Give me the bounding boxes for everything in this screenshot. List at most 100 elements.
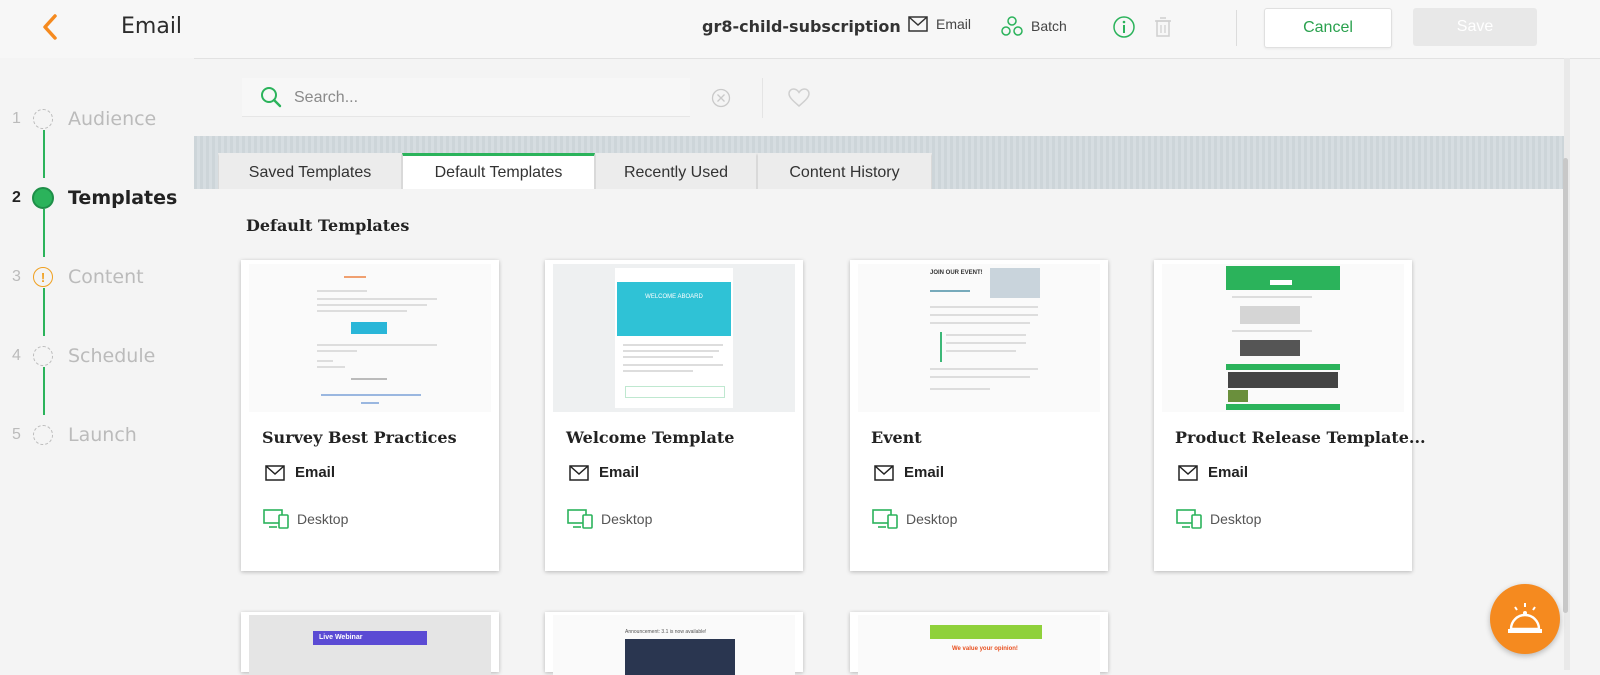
step-number: 3 bbox=[12, 268, 21, 285]
template-thumbnail: WELCOME ABOARD bbox=[553, 264, 795, 412]
template-device: Desktop bbox=[567, 509, 652, 529]
template-tabs: Saved Templates Default Templates Recent… bbox=[218, 153, 932, 189]
template-thumbnail: We value your opinion! bbox=[858, 615, 1100, 675]
search-icon bbox=[261, 87, 282, 108]
channel-email-label: Email bbox=[936, 16, 972, 32]
subscription-name: gr8-child-subscription bbox=[702, 17, 901, 36]
template-card[interactable]: Survey Best Practices Email Desktop bbox=[241, 260, 499, 571]
channel-batch-label: Batch bbox=[1031, 18, 1067, 34]
template-thumbnail: Live Webinar bbox=[249, 615, 491, 675]
step-connector bbox=[43, 130, 45, 178]
step-schedule[interactable]: 4 Schedule bbox=[0, 341, 190, 371]
template-device: Desktop bbox=[1176, 509, 1261, 529]
step-connector bbox=[43, 367, 45, 415]
section-title: Default Templates bbox=[246, 216, 410, 235]
info-icon[interactable] bbox=[1113, 16, 1135, 38]
back-arrow-icon[interactable] bbox=[38, 12, 62, 42]
scrollbar-thumb[interactable] bbox=[1563, 158, 1568, 613]
step-label: Launch bbox=[68, 424, 137, 446]
announcement-thumb-heading: Announcement: 3.1 is now available! bbox=[625, 629, 707, 635]
step-pending-icon bbox=[33, 109, 53, 129]
step-label: Content bbox=[68, 266, 144, 288]
step-label: Audience bbox=[68, 108, 157, 130]
template-name: Survey Best Practices bbox=[262, 428, 457, 447]
template-channel: Email bbox=[874, 464, 944, 481]
batch-icon bbox=[1001, 16, 1023, 36]
cancel-button[interactable]: Cancel bbox=[1264, 8, 1392, 48]
template-thumbnail: JOIN OUR EVENT! bbox=[858, 264, 1100, 412]
template-channel-label: Email bbox=[599, 464, 640, 481]
top-header: Email gr8-child-subscription Email Batch… bbox=[0, 0, 1600, 59]
template-card[interactable]: WELCOME ABOARD Welcome Template Email De… bbox=[545, 260, 803, 571]
template-card[interactable]: Product Release Template... Email Deskto… bbox=[1154, 260, 1426, 571]
search-divider bbox=[762, 78, 763, 118]
desktop-mobile-icon bbox=[567, 509, 593, 529]
help-bell-button[interactable] bbox=[1490, 584, 1560, 654]
template-device-label: Desktop bbox=[297, 511, 349, 527]
step-sidebar: 1 Audience 2 Templates 3 ! Content 4 Sch… bbox=[0, 58, 194, 670]
template-thumbnail: Announcement: 3.1 is now available! bbox=[553, 615, 795, 675]
template-channel-label: Email bbox=[1208, 464, 1249, 481]
clear-search-icon[interactable] bbox=[711, 88, 731, 108]
template-channel: Email bbox=[569, 464, 639, 481]
step-label: Schedule bbox=[68, 345, 156, 367]
service-bell-icon bbox=[1508, 603, 1542, 633]
step-content[interactable]: 3 ! Content bbox=[0, 262, 190, 292]
tab-recently-used[interactable]: Recently Used bbox=[595, 153, 757, 189]
step-connector bbox=[43, 209, 45, 257]
survey-thumb-heading: We value your opinion! bbox=[952, 646, 1018, 652]
step-audience[interactable]: 1 Audience bbox=[0, 104, 190, 134]
search-bar bbox=[242, 78, 690, 117]
step-active-icon bbox=[32, 187, 54, 209]
template-channel-label: Email bbox=[904, 464, 945, 481]
template-thumbnail bbox=[249, 264, 491, 412]
template-device: Desktop bbox=[263, 509, 348, 529]
step-number: 2 bbox=[12, 189, 21, 206]
template-card[interactable]: Live Webinar bbox=[241, 612, 499, 675]
envelope-icon bbox=[569, 464, 589, 481]
desktop-mobile-icon bbox=[872, 509, 898, 529]
channel-email[interactable]: Email bbox=[908, 16, 971, 32]
template-name: Welcome Template bbox=[566, 428, 735, 447]
template-thumbnail bbox=[1162, 264, 1404, 412]
template-channel-label: Email bbox=[295, 464, 336, 481]
step-pending-icon bbox=[33, 346, 53, 366]
template-card[interactable]: Announcement: 3.1 is now available! bbox=[545, 612, 803, 675]
tab-saved-templates[interactable]: Saved Templates bbox=[218, 153, 402, 189]
envelope-icon bbox=[874, 464, 894, 481]
step-connector bbox=[43, 288, 45, 336]
desktop-mobile-icon bbox=[1176, 509, 1202, 529]
channel-batch[interactable]: Batch bbox=[1001, 16, 1067, 36]
step-number: 1 bbox=[12, 110, 21, 127]
step-number: 4 bbox=[12, 347, 21, 364]
step-number: 5 bbox=[12, 426, 21, 443]
template-device: Desktop bbox=[872, 509, 957, 529]
template-channel: Email bbox=[1178, 464, 1248, 481]
step-templates[interactable]: 2 Templates bbox=[0, 183, 190, 213]
template-device-label: Desktop bbox=[906, 511, 958, 527]
template-card[interactable]: JOIN OUR EVENT! Event Email Desktop bbox=[850, 260, 1108, 571]
desktop-mobile-icon bbox=[263, 509, 289, 529]
header-divider bbox=[1236, 10, 1237, 46]
template-channel: Email bbox=[265, 464, 335, 481]
template-name: Product Release Template... bbox=[1175, 428, 1426, 447]
envelope-icon bbox=[265, 464, 285, 481]
step-launch[interactable]: 5 Launch bbox=[0, 420, 190, 450]
warning-icon: ! bbox=[33, 267, 53, 287]
envelope-icon bbox=[908, 16, 928, 32]
step-pending-icon bbox=[33, 425, 53, 445]
welcome-thumb-heading: WELCOME ABOARD bbox=[645, 294, 703, 300]
envelope-icon bbox=[1178, 464, 1198, 481]
search-input[interactable] bbox=[292, 82, 676, 114]
save-button[interactable]: Save bbox=[1413, 8, 1537, 46]
template-name: Event bbox=[871, 428, 922, 447]
trash-icon bbox=[1154, 16, 1172, 38]
page-title: Email bbox=[121, 14, 183, 39]
event-thumb-heading: JOIN OUR EVENT! bbox=[930, 270, 983, 276]
tab-default-templates[interactable]: Default Templates bbox=[402, 153, 595, 189]
template-device-label: Desktop bbox=[601, 511, 653, 527]
heart-icon[interactable] bbox=[788, 88, 810, 108]
tab-content-history[interactable]: Content History bbox=[757, 153, 932, 189]
template-card[interactable]: We value your opinion! bbox=[850, 612, 1108, 675]
step-label: Templates bbox=[68, 187, 178, 209]
